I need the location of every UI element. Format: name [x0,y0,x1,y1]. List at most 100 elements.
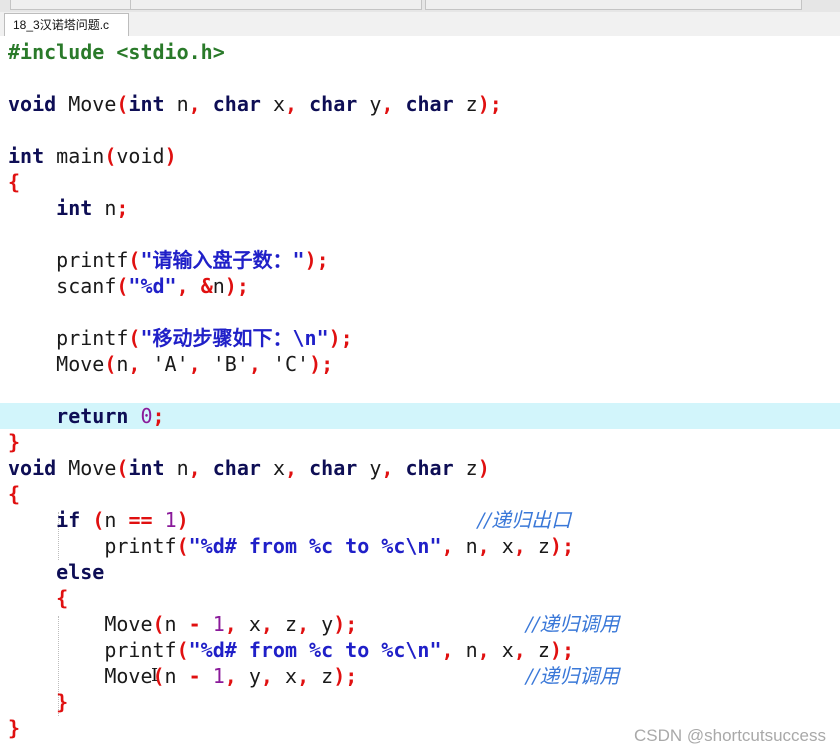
code-token: n [116,352,129,376]
code-token: Move [56,456,117,480]
code-token: ( [128,248,141,272]
code-line[interactable]: else [0,559,840,585]
code-token: scanf [8,274,117,298]
code-token: y [309,612,334,636]
code-line[interactable]: Move(n, 'A', 'B', 'C'); [0,351,840,377]
code-line-current[interactable]: return 0; [0,403,840,429]
code-line[interactable]: scanf("%d", &n); [0,273,840,299]
code-token: z [525,638,550,662]
code-token: char [405,456,454,480]
code-line[interactable] [0,117,840,143]
code-token: n [164,612,189,636]
code-token: ) [164,144,177,168]
code-line[interactable]: int main(void) [0,143,840,169]
code-token: z [453,456,478,480]
code-token: printf [8,534,177,558]
code-line[interactable]: printf("请输入盘子数："); [0,247,840,273]
code-token: y [357,92,382,116]
code-token: //递归出口 [477,508,572,532]
code-line[interactable]: int n; [0,195,840,221]
code-token: "请输入盘子数：" [140,248,305,272]
code-token: x [489,534,514,558]
code-token: printf [8,326,129,350]
code-line[interactable]: printf("%d# from %c to %c\n", n, x, z); [0,637,840,663]
code-token: { [56,586,69,610]
code-line[interactable] [0,65,840,91]
code-token: char [212,456,261,480]
code-line[interactable]: } [0,429,840,455]
code-line[interactable]: printf("移动步骤如下：\n"); [0,325,840,351]
code-token: ( [176,638,189,662]
code-line[interactable] [0,377,840,403]
code-token: ) [477,456,490,480]
code-token: ( [92,508,105,532]
code-token: z [525,534,550,558]
code-token: x [260,456,286,480]
code-token: z [453,92,478,116]
code-token: , [441,534,454,558]
code-token: ); [224,274,249,298]
code-token: 1 [212,664,225,688]
code-token: x [236,612,261,636]
code-token: ( [116,92,129,116]
code-token: Move [8,664,153,688]
code-token: "%d" [128,274,177,298]
code-line[interactable] [0,299,840,325]
code-token: { [8,170,21,194]
code-token: //递归调用 [525,612,620,636]
code-line[interactable]: if (n == 1) //递归出口 [0,507,840,533]
code-line[interactable]: Move(n - 1, x, z, y); //递归调用 [0,611,840,637]
code-token: n [453,638,478,662]
code-token: , [381,456,394,480]
code-token: int [8,144,45,168]
code-token: x [260,92,286,116]
code-token: "%d# from %c to %c\n" [188,534,442,558]
code-token: ; [116,196,129,220]
code-line[interactable]: { [0,585,840,611]
code-token: y [357,456,382,480]
code-token: } [56,690,69,714]
code-token: , [188,92,201,116]
code-token: "%d# from %c to %c\n" [188,638,442,662]
code-token: 1 [164,508,177,532]
code-line[interactable]: Move(n - 1, y, x, z); //递归调用 [0,663,840,689]
code-token: n [453,534,478,558]
code-line[interactable]: void Move(int n, char x, char y, char z)… [0,91,840,117]
code-line[interactable]: void Move(int n, char x, char y, char z) [0,455,840,481]
watermark: CSDN @shortcutsuccess [633,726,826,745]
code-line[interactable]: printf("%d# from %c to %c\n", n, x, z); [0,533,840,559]
code-token: z [309,664,334,688]
code-token: ); [304,248,329,272]
code-token: Move [8,352,105,376]
code-token: main [44,144,105,168]
code-line[interactable]: #include <stdio.h> [0,39,840,65]
code-token: "移动步骤如下：\n" [140,326,329,350]
code-line[interactable] [0,221,840,247]
code-line[interactable]: } [0,689,840,715]
code-token: void [8,92,57,116]
code-token: ); [477,92,502,116]
code-line[interactable]: { [0,169,840,195]
code-editor[interactable]: #include <stdio.h> void Move(int n, char … [0,36,840,754]
code-token: } [8,716,21,740]
code-token: - [188,664,201,688]
code-line[interactable]: { [0,481,840,507]
code-token: 1 [212,612,225,636]
code-token: z [272,612,298,636]
code-token: ; [152,404,165,428]
tab-file[interactable]: 18_3汉诺塔问题.c [4,13,129,36]
code-token: , [224,612,237,636]
